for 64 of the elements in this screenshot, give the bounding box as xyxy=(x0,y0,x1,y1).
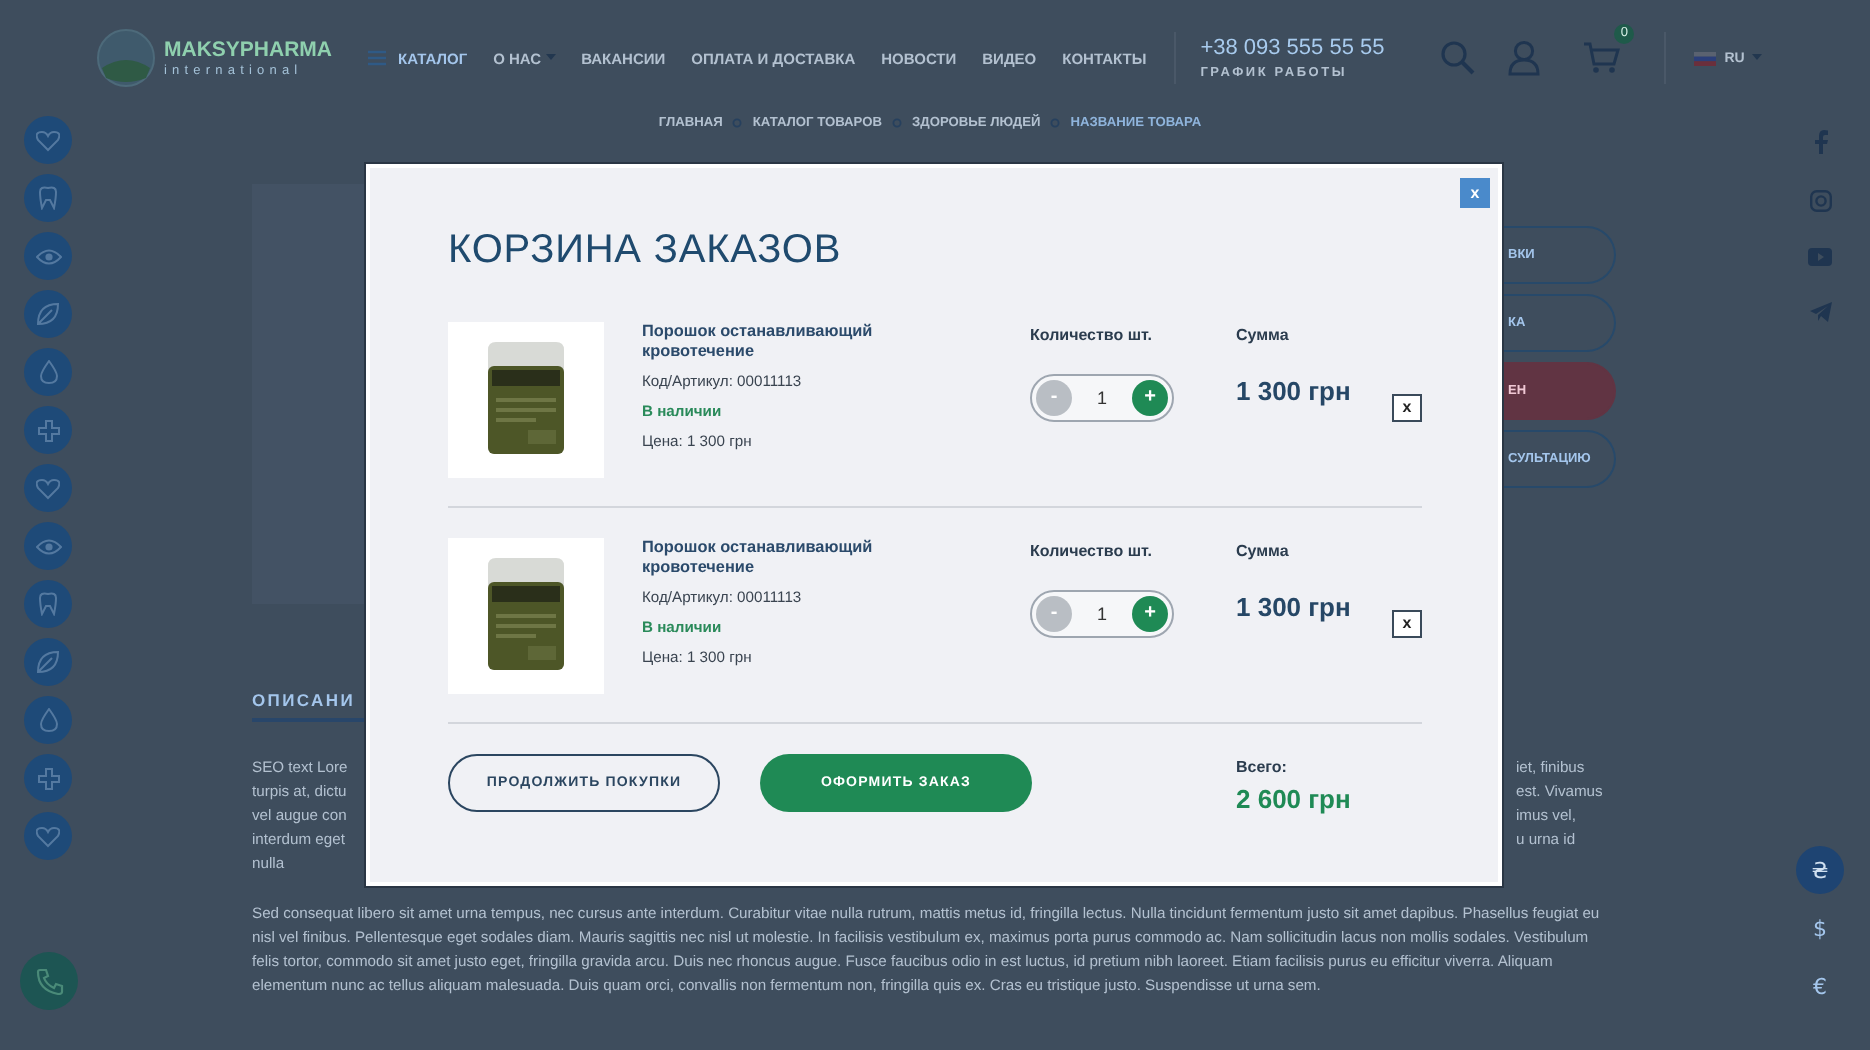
leaf-icon xyxy=(36,302,60,326)
search-icon[interactable] xyxy=(1440,40,1477,76)
facebook-icon[interactable] xyxy=(1813,130,1827,154)
currency-button[interactable]: ₴ xyxy=(1796,846,1844,894)
user-icon[interactable] xyxy=(1508,40,1541,76)
drop-icon xyxy=(39,360,57,384)
instagram-icon[interactable] xyxy=(1809,190,1831,212)
quantity-label: Количество шт. xyxy=(1030,326,1154,344)
cross-icon xyxy=(37,767,59,789)
phone-icon xyxy=(35,967,63,995)
remove-button[interactable]: x xyxy=(1392,610,1422,638)
category-button[interactable] xyxy=(24,638,72,686)
total-sum: 2 600 грн xyxy=(1236,784,1351,814)
currency-button[interactable]: € xyxy=(1796,962,1844,1010)
item-sum: 1 300 грн xyxy=(1236,592,1353,622)
increase-button[interactable]: + xyxy=(1131,380,1168,416)
sum-label: Сумма xyxy=(1236,326,1291,344)
category-button[interactable] xyxy=(24,812,72,860)
drop-icon xyxy=(39,708,57,732)
category-button[interactable] xyxy=(24,348,72,396)
logo-name: MAKSYPHARMA xyxy=(164,37,332,61)
quantity-value[interactable]: 1 xyxy=(1096,604,1107,624)
remove-button[interactable]: x xyxy=(1392,394,1422,422)
dialog-title: КОРЗИНА ЗАКАЗОВ xyxy=(448,226,844,274)
menu-icon xyxy=(368,50,386,66)
category-button[interactable] xyxy=(24,116,72,164)
item-sum: 1 300 грн xyxy=(1236,376,1353,406)
phone-link[interactable]: +38 093 555 55 55 xyxy=(1200,36,1421,60)
tooth-icon xyxy=(38,592,58,616)
heart-icon xyxy=(36,477,60,499)
separator-icon xyxy=(732,117,743,127)
sum-label: Сумма xyxy=(1236,542,1291,560)
category-button[interactable] xyxy=(24,464,72,512)
category-button[interactable] xyxy=(24,754,72,802)
heart-icon xyxy=(36,129,60,151)
eye-icon xyxy=(35,537,61,555)
separator-icon xyxy=(1050,117,1061,127)
product-name[interactable]: Порошок останавливающий кровотечение xyxy=(642,538,902,576)
logo-icon xyxy=(96,28,156,88)
heart-icon xyxy=(36,825,60,847)
category-button[interactable] xyxy=(24,290,72,338)
leaf-icon xyxy=(36,650,60,674)
category-button[interactable] xyxy=(24,580,72,628)
quantity-value[interactable]: 1 xyxy=(1096,388,1107,408)
category-button[interactable] xyxy=(24,406,72,454)
separator-icon xyxy=(892,117,903,127)
increase-button[interactable]: + xyxy=(1131,596,1168,632)
callback-button[interactable] xyxy=(20,952,78,1010)
currency-button[interactable]: $ xyxy=(1796,904,1844,952)
quantity-label: Количество шт. xyxy=(1030,542,1154,560)
telegram-icon[interactable] xyxy=(1809,302,1831,322)
total-label: Всего: xyxy=(1236,758,1289,776)
flag-icon xyxy=(1694,51,1717,65)
tooth-icon xyxy=(38,186,58,210)
cross-icon xyxy=(37,419,59,441)
eye-icon xyxy=(35,247,61,265)
category-button[interactable] xyxy=(24,232,72,280)
category-button[interactable] xyxy=(24,522,72,570)
category-button[interactable] xyxy=(24,696,72,744)
close-button[interactable]: x xyxy=(1460,178,1490,208)
category-button[interactable] xyxy=(24,174,72,222)
product-name[interactable]: Порошок останавливающий кровотечение xyxy=(642,322,902,360)
youtube-icon[interactable] xyxy=(1808,248,1832,266)
cart-icon[interactable] xyxy=(1584,41,1621,73)
